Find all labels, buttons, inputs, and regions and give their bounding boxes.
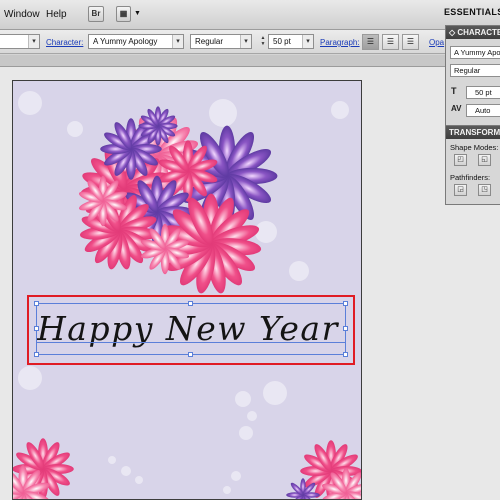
workspace-switcher[interactable]: ESSENTIALS [444,7,500,17]
font-style-value: Regular [195,37,224,46]
align-center-button[interactable]: ☰ [382,34,399,50]
font-size-stepper[interactable]: ▲ ▼ [259,35,267,48]
trim-button[interactable]: ◳ [478,184,491,196]
unite-button[interactable]: ◰ [454,154,467,166]
transform-panel-tab[interactable]: TRANSFORM [446,126,500,139]
panel-font-size-field[interactable]: 50 pt [466,86,500,99]
menu-bar: Window Help Br ▦ ▼ ESSENTIALS [0,0,500,30]
bridge-button[interactable]: Br [88,6,104,22]
menu-help[interactable]: Help [46,9,67,20]
align-right-button[interactable]: ☰ [402,34,419,50]
pathfinders-label: Pathfinders: [450,173,491,182]
divide-button[interactable]: ◲ [454,184,467,196]
character-panel-link[interactable]: Character: [46,38,83,47]
annotation-highlight-rectangle [27,295,355,365]
font-size-field[interactable]: 50 pt ▾ [268,34,314,49]
panel-tracking-field[interactable]: Auto [466,104,500,117]
character-panel-tab[interactable]: ◇ CHARACTER [446,26,500,39]
flower-illustration[interactable] [13,81,362,500]
chevron-down-icon: ▾ [172,35,183,48]
align-left-button[interactable]: ☰ [362,34,379,50]
minus-front-button[interactable]: ◱ [478,154,491,166]
chevron-down-icon: ▾ [240,35,251,48]
shape-modes-label: Shape Modes: [450,143,499,152]
pathfinder-panel: TRANSFORM Shape Modes: ◰ ◱ Pathfinders: … [445,125,500,205]
font-size-value: 50 pt [273,37,291,46]
panel-font-family-field[interactable]: A Yummy Apology [450,46,500,59]
chevron-down-icon: ▾ [302,35,313,48]
paragraph-panel-link[interactable]: Paragraph: [320,38,360,47]
opacity-link[interactable]: Opa [429,38,444,47]
tracking-icon: AV [451,104,462,113]
font-family-select[interactable]: A Yummy Apology ▾ [88,34,184,49]
artboard[interactable] [12,80,362,500]
document-tab-strip [0,55,500,67]
panel-font-style-field[interactable]: Regular [450,64,500,77]
font-family-value: A Yummy Apology [93,37,158,46]
arrange-documents-button[interactable]: ▦ [116,6,131,22]
font-style-select[interactable]: Regular ▾ [190,34,252,49]
character-panel: ◇ CHARACTER A Yummy Apology Regular T 50… [445,25,500,128]
control-bar: ▾ Character: A Yummy Apology ▾ Regular ▾ ▲… [0,30,500,54]
chevron-down-icon: ▾ [28,35,39,48]
fill-stroke-field[interactable]: ▾ [0,34,40,49]
illustrator-window: Window Help Br ▦ ▼ ESSENTIALS ▾ Characte… [0,0,500,500]
font-size-icon: T [451,86,457,96]
menu-window[interactable]: Window [4,9,40,20]
arrange-dropdown-icon[interactable]: ▼ [134,10,141,17]
